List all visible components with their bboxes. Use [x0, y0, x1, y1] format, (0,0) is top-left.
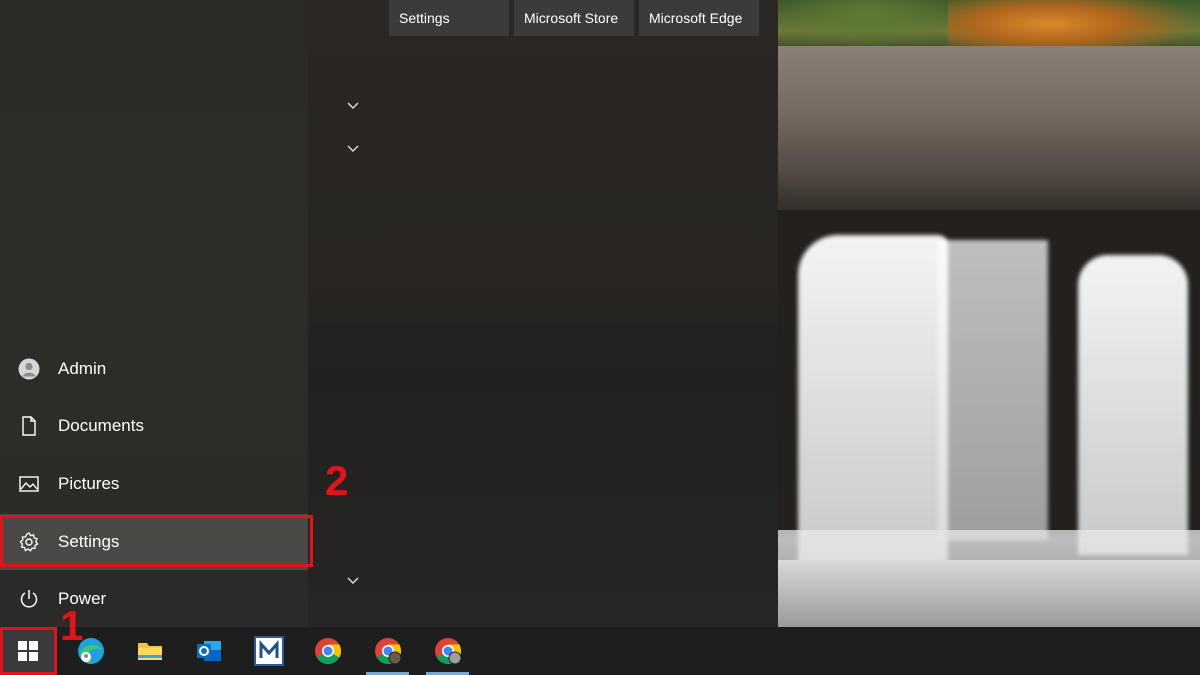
start-item-label: Pictures: [58, 474, 120, 493]
start-item-admin[interactable]: Admin: [0, 341, 308, 397]
tile-label: Microsoft Store: [524, 10, 619, 26]
taskbar-chrome-profile-2[interactable]: [418, 627, 477, 675]
taskbar-outlook[interactable]: [179, 627, 238, 675]
wallpaper-pool: [778, 560, 1200, 627]
taskbar-file-explorer[interactable]: [120, 627, 179, 675]
tile-settings[interactable]: Settings: [389, 0, 509, 36]
wallpaper-waterfall: [938, 240, 1048, 540]
start-menu-app-list: [308, 0, 778, 627]
chevron-down-icon[interactable]: [346, 141, 360, 155]
user-icon: [18, 358, 40, 380]
tile-label: Settings: [399, 10, 450, 26]
start-button-highlight-box: [0, 627, 57, 675]
outlook-icon: [196, 641, 221, 661]
folder-icon: [137, 643, 162, 660]
start-menu: Settings Microsoft Store Microsoft Edge …: [0, 0, 778, 627]
start-item-documents[interactable]: Documents: [0, 398, 308, 454]
start-item-power[interactable]: Power: [0, 571, 308, 627]
settings-highlight-box: [0, 515, 313, 567]
start-item-label: Documents: [58, 416, 144, 435]
step-number-1: 1: [60, 602, 84, 649]
wallpaper-rock: [778, 46, 1200, 216]
wallpaper-waterfall: [798, 235, 948, 565]
m-app-icon: [253, 636, 284, 666]
pictures-icon: [19, 476, 39, 492]
chrome-profile-icon: [374, 638, 401, 665]
taskbar-m-app[interactable]: [239, 627, 298, 675]
step-number-2: 2: [325, 457, 349, 504]
wallpaper-waterfall: [1078, 255, 1188, 555]
tile-microsoft-edge[interactable]: Microsoft Edge: [639, 0, 759, 36]
chevron-down-icon[interactable]: [346, 98, 360, 112]
tile-microsoft-store[interactable]: Microsoft Store: [514, 0, 634, 36]
wallpaper-foliage: [778, 0, 958, 50]
power-icon: [20, 590, 38, 608]
taskbar-chrome-profile-1[interactable]: [358, 627, 417, 675]
chrome-profile-icon: [434, 638, 461, 665]
desktop-wallpaper: [778, 0, 1200, 627]
start-item-pictures[interactable]: Pictures: [0, 456, 308, 512]
tile-label: Microsoft Edge: [649, 10, 743, 26]
taskbar-chrome[interactable]: [298, 627, 357, 675]
start-item-label: Admin: [58, 359, 107, 378]
chrome-icon: [314, 638, 341, 665]
chevron-down-icon[interactable]: [346, 573, 360, 587]
taskbar: [0, 627, 1200, 675]
document-icon: [22, 416, 36, 436]
